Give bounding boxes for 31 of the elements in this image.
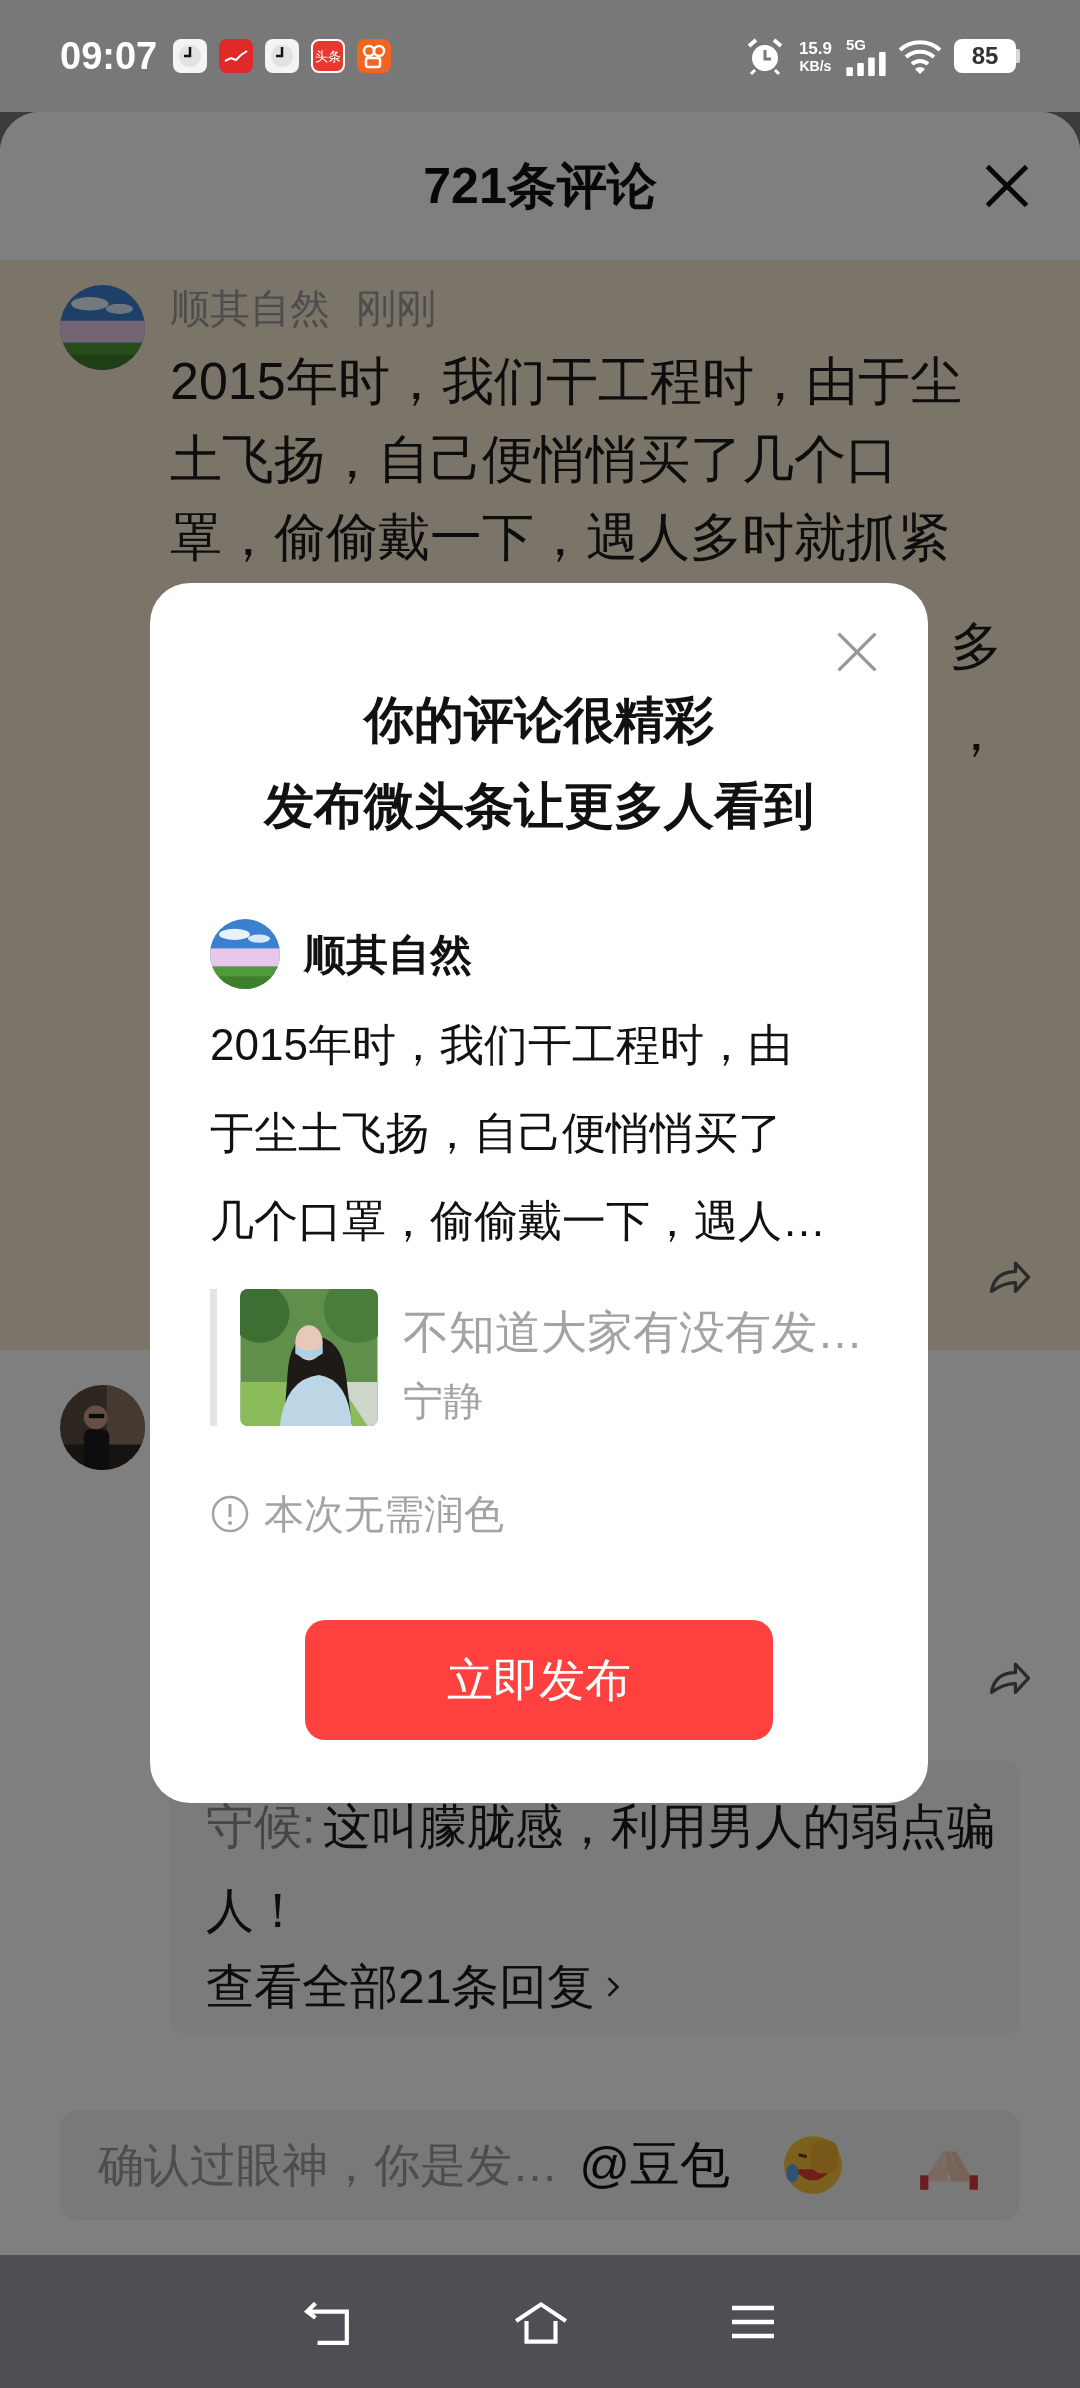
comment-text-line: 2015年时，我们干工程时，由于尘 <box>170 351 962 412</box>
clock-time: 09:07 <box>60 33 158 79</box>
dialog-title: 发布微头条让更多人看到 <box>264 777 814 836</box>
clock-app-icon <box>265 39 300 73</box>
comment-text-line: 罩，偷偷戴一下，遇人多时就抓紧 <box>170 507 951 568</box>
info-icon <box>210 1494 250 1534</box>
battery-level: 85 <box>954 39 1016 73</box>
speed-unit: KB/s <box>799 58 832 73</box>
video-app-icon <box>357 39 392 73</box>
network-speed: 15.9 <box>798 39 832 57</box>
comment-preview-line: 于尘土飞扬，自己便悄悄买了 <box>210 1107 783 1159</box>
dialog-title: 你的评论很精彩 <box>364 691 714 750</box>
clock-app-icon <box>173 39 208 73</box>
sheet-title: 721条评论 <box>423 156 657 216</box>
signal-icon <box>846 51 886 76</box>
author-name: 顺其自然 <box>304 929 472 980</box>
comment-text-line: 土飞扬，自己便悄悄买了几个口 <box>170 429 899 490</box>
comment-preview-line: 2015年时，我们干工程时，由 <box>210 1019 793 1071</box>
chevron-icon <box>605 1974 622 2000</box>
quoted-post-title: 不知道大家有没有发… <box>403 1309 863 1355</box>
publish-button[interactable]: 立即发布 <box>305 1620 773 1740</box>
network-type: 5G <box>846 36 867 52</box>
news-app-icon: 头条 <box>311 39 346 73</box>
view-replies-link[interactable]: 查看全部21条回复 <box>206 1963 622 2011</box>
quoted-post-author: 宁静 <box>403 1381 484 1421</box>
chart-app-icon <box>219 39 254 73</box>
comment-preview-line: 几个口罩，偷偷戴一下，遇人… <box>210 1195 827 1247</box>
notice-text: 本次无需润色 <box>264 1491 504 1538</box>
comment-text-fragment: ， <box>950 706 1002 758</box>
mention-button[interactable]: @豆包 <box>579 2127 730 2203</box>
comment-text-fragment: 多 <box>950 620 1002 672</box>
